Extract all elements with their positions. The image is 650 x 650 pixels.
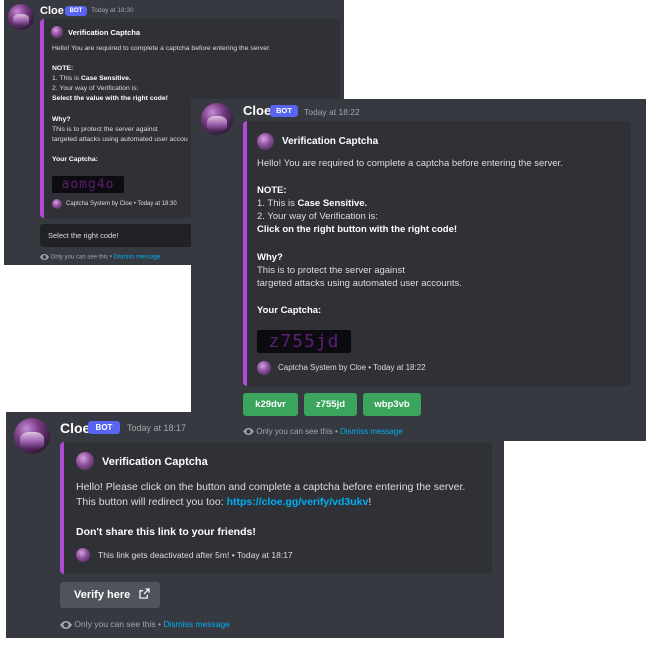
dismiss-link[interactable]: Dismiss message xyxy=(163,619,230,629)
ephemeral-notice: Only you can see this • Dismiss message xyxy=(60,619,230,629)
captcha-option-button-3[interactable]: wbp3vb xyxy=(363,393,421,416)
why-line-1: This is to protect the server against xyxy=(52,126,158,133)
embed: Verification Captcha Hello! You are requ… xyxy=(243,121,631,386)
avatar[interactable] xyxy=(14,418,50,454)
ephemeral-notice: Only you can see this • Dismiss message xyxy=(40,254,161,261)
timestamp: Today at 18:17 xyxy=(127,423,187,433)
embed-author-icon xyxy=(76,452,94,470)
why-line-2: targeted attacks using automated user ac… xyxy=(52,136,188,143)
why-line-2: targeted attacks using automated user ac… xyxy=(257,278,462,289)
note-line-2: 2. Your way of Verification is: xyxy=(52,85,139,92)
embed-title: Verification Captcha xyxy=(282,136,379,147)
username[interactable]: Cloe xyxy=(40,5,64,17)
why-label: Why? xyxy=(52,116,71,123)
timestamp: Today at 18:30 xyxy=(91,7,134,14)
verify-link[interactable]: https://cloe.gg/verify/vd3ukv xyxy=(227,496,369,508)
bot-badge: BOT xyxy=(65,6,87,16)
embed-line-1: Hello! Please click on the button and co… xyxy=(76,481,466,493)
timestamp: Today at 18:22 xyxy=(304,107,360,117)
embed-author-icon xyxy=(51,26,63,38)
note-line-2: 2. Your way of Verification is: xyxy=(257,211,378,222)
captcha-image: z755jd xyxy=(257,330,351,353)
note-line-1: 1. This is Case Sensitive. xyxy=(257,198,368,209)
note-label: NOTE: xyxy=(52,65,74,72)
embed-footer: This link gets deactivated after 5m! • T… xyxy=(98,550,293,560)
note-line-3: Click on the right button with the right… xyxy=(257,224,458,235)
embed-title: Verification Captcha xyxy=(68,28,141,37)
message-panel-2: Cloe BOT Today at 18:22 Verification Cap… xyxy=(191,99,646,441)
dismiss-link[interactable]: Dismiss message xyxy=(340,427,403,436)
captcha-label: Your Captcha: xyxy=(52,156,98,163)
captcha-select-menu[interactable]: Select the right code! xyxy=(40,224,200,247)
captcha-option-button-2[interactable]: z755jd xyxy=(304,393,357,416)
embed-intro: Hello! You are required to complete a ca… xyxy=(52,45,271,52)
dismiss-link[interactable]: Dismiss message xyxy=(113,255,160,261)
footer-icon xyxy=(257,361,271,375)
eye-icon xyxy=(60,620,72,629)
avatar[interactable] xyxy=(8,4,34,30)
avatar[interactable] xyxy=(201,103,233,135)
why-line-1: This is to protect the server against xyxy=(257,265,405,276)
message-panel-3: Cloe BOT Today at 18:17 Verification Cap… xyxy=(6,412,504,638)
embed-title: Verification Captcha xyxy=(102,456,208,468)
embed-footer: Captcha System by Cloe • Today at 18:22 xyxy=(278,363,426,372)
embed-footer: Captcha System by Cloe • Today at 18:30 xyxy=(66,201,177,207)
footer-icon xyxy=(76,548,90,562)
warning-text: Don't share this link to your friends! xyxy=(76,526,256,538)
select-placeholder: Select the right code! xyxy=(48,231,119,240)
bot-badge: BOT xyxy=(88,421,120,434)
ephemeral-notice: Only you can see this • Dismiss message xyxy=(243,427,403,436)
verify-here-button[interactable]: Verify here xyxy=(60,582,160,608)
eye-icon xyxy=(40,254,49,260)
captcha-label: Your Captcha: xyxy=(257,305,322,316)
embed-line-2: This button will redirect you too: https… xyxy=(76,496,372,508)
embed-intro: Hello! You are required to complete a ca… xyxy=(257,158,563,169)
embed-author-icon xyxy=(257,133,274,150)
footer-icon xyxy=(52,199,62,209)
username[interactable]: Cloe xyxy=(60,420,90,436)
note-line-1: 1. This is Case Sensitive. xyxy=(52,75,131,82)
captcha-option-button-1[interactable]: k29dvr xyxy=(243,393,298,416)
bot-badge: BOT xyxy=(270,105,298,117)
external-link-icon xyxy=(139,588,151,599)
note-label: NOTE: xyxy=(257,185,287,196)
username[interactable]: Cloe xyxy=(243,103,271,118)
why-label: Why? xyxy=(257,252,283,263)
embed: Verification Captcha Hello! Please click… xyxy=(60,442,492,574)
note-line-3: Select the value with the right code! xyxy=(52,95,168,102)
captcha-image: aomg4o xyxy=(52,176,124,193)
eye-icon xyxy=(243,428,254,436)
